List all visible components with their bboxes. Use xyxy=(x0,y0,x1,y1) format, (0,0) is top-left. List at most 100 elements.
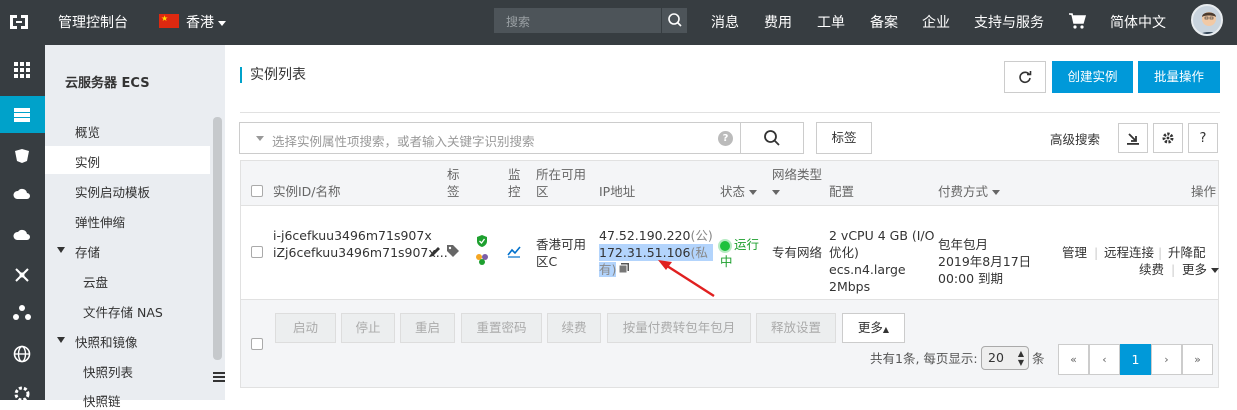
restart-button[interactable]: 重启 xyxy=(400,313,455,343)
tag-icon[interactable] xyxy=(446,244,460,258)
console-link[interactable]: 管理控制台 xyxy=(58,12,128,32)
sidebar-group-snapshots[interactable]: 快照和镜像 xyxy=(75,332,138,351)
network-icon[interactable] xyxy=(12,265,32,285)
sidebar-active-highlight xyxy=(45,146,210,174)
prev-page-button[interactable]: ‹ xyxy=(1089,344,1120,375)
nav-icp[interactable]: 备案 xyxy=(870,12,898,32)
global-search-input[interactable]: 搜索 xyxy=(494,8,661,33)
col-ip: IP地址 xyxy=(599,184,636,199)
running-status-icon xyxy=(720,240,730,251)
aliyun-logo-icon[interactable] xyxy=(8,11,30,33)
create-instance-button[interactable]: 创建实例 xyxy=(1052,61,1133,93)
page-size-select[interactable]: 20 ▲ ▼ xyxy=(981,346,1029,370)
gear-icon[interactable] xyxy=(12,384,32,404)
server-icon[interactable] xyxy=(12,105,32,125)
filter-search-input[interactable]: 选择实例属性项搜索，或者输入关键字识别搜索 ? xyxy=(239,122,741,154)
region-selector[interactable]: 香港 xyxy=(186,12,226,32)
sidebar-item-overview[interactable]: 概览 xyxy=(75,122,100,141)
filter-placeholder: 选择实例属性项搜索，或者输入关键字识别搜索 xyxy=(272,134,535,149)
col-tags-line1: 标 xyxy=(447,167,460,182)
language-selector[interactable]: 简体中文 xyxy=(1110,12,1166,32)
status-line2: 中 xyxy=(720,254,733,269)
select-all-checkbox[interactable] xyxy=(251,185,263,197)
instance-id-link[interactable]: i-j6cefkuu3496m71s907x xyxy=(273,227,432,244)
renew-button[interactable]: 续费 xyxy=(547,313,601,343)
help-icon[interactable]: ? xyxy=(718,131,733,146)
upgrade-link[interactable]: 升降配 xyxy=(1168,244,1206,261)
advanced-search-link[interactable]: 高级搜索 xyxy=(1050,131,1100,148)
batch-operation-button[interactable]: 批量操作 xyxy=(1138,61,1220,93)
copy-icon[interactable] xyxy=(618,262,630,274)
sidebar-group-storage[interactable]: 存储 xyxy=(75,242,100,261)
start-button[interactable]: 启动 xyxy=(275,313,336,343)
sidebar-item-snapshot-chain[interactable]: 快照链 xyxy=(83,391,121,410)
tag-button[interactable]: 标签 xyxy=(816,122,872,154)
cloud-upload-icon[interactable] xyxy=(12,225,32,245)
sidebar-item-disks[interactable]: 云盘 xyxy=(83,272,108,291)
nav-support[interactable]: 支持与服务 xyxy=(974,12,1044,32)
release-settings-button[interactable]: 释放设置 xyxy=(756,313,836,343)
settings-button[interactable] xyxy=(1153,123,1183,153)
search-button[interactable] xyxy=(661,8,687,33)
next-page-button[interactable]: › xyxy=(1151,344,1182,375)
chevron-down-icon xyxy=(218,20,226,26)
separator: | xyxy=(1171,262,1176,277)
avatar[interactable] xyxy=(1191,4,1223,36)
refresh-icon xyxy=(1019,71,1032,84)
first-page-button[interactable]: « xyxy=(1058,344,1089,375)
stop-button[interactable]: 停止 xyxy=(341,313,395,343)
monitor-chart-icon[interactable] xyxy=(507,244,521,258)
filter-search-button[interactable] xyxy=(740,122,804,154)
convert-billing-button[interactable]: 按量付费转包年包月 xyxy=(607,313,751,343)
globe-icon[interactable] xyxy=(12,344,32,364)
refresh-button[interactable] xyxy=(1004,61,1046,93)
export-button[interactable] xyxy=(1118,123,1148,153)
caret-up-icon: ▲ xyxy=(882,325,890,334)
table-row: i-j6cefkuu3496m71s907x iZj6cefkuu3496m71… xyxy=(240,206,1220,300)
collapse-menu-icon[interactable] xyxy=(212,370,226,384)
nav-tickets[interactable]: 工单 xyxy=(817,12,845,32)
sidebar-scrollbar[interactable] xyxy=(213,117,222,360)
row-checkbox[interactable] xyxy=(251,246,263,258)
footer-select-checkbox[interactable] xyxy=(251,338,263,350)
page-1-button[interactable]: 1 xyxy=(1120,344,1151,375)
cloud-database-icon[interactable] xyxy=(12,185,32,205)
col-network-filter[interactable] xyxy=(772,183,780,200)
last-page-button[interactable]: » xyxy=(1182,344,1213,375)
reset-password-button[interactable]: 重置密码 xyxy=(461,313,542,343)
grid-icon[interactable] xyxy=(12,60,32,80)
dashboard-icon[interactable] xyxy=(12,146,32,166)
col-network: 网络类型 xyxy=(772,167,823,182)
more-button[interactable]: 更多▲ xyxy=(842,313,905,343)
sidebar-item-instances[interactable]: 实例 xyxy=(75,152,100,171)
table-footer: 启动 停止 重启 重置密码 续费 按量付费转包年包月 释放设置 更多▲ 共有1条… xyxy=(240,300,1219,388)
security-shield-icon[interactable] xyxy=(475,234,489,248)
instance-name: iZj6cefkuu3496m71s907x... xyxy=(273,245,448,260)
nav-messages[interactable]: 消息 xyxy=(711,12,739,32)
nav-enterprise[interactable]: 企业 xyxy=(922,12,950,32)
user-avatar-icon xyxy=(1200,12,1218,34)
expand-triangle-icon[interactable] xyxy=(57,337,65,343)
private-ip-suffix: 有) xyxy=(599,262,617,277)
col-actions: 操作 xyxy=(1191,184,1217,199)
sidebar-item-nas[interactable]: 文件存储 NAS xyxy=(83,302,163,321)
sidebar-item-autoscaling[interactable]: 弹性伸缩 xyxy=(75,212,125,231)
help-button[interactable]: ? xyxy=(1188,123,1218,153)
edit-pencil-icon[interactable] xyxy=(428,245,442,259)
expand-triangle-icon[interactable] xyxy=(57,247,65,253)
config-line1: 2 vCPU 4 GB (I/O xyxy=(829,228,935,243)
remote-connect-link[interactable]: 远程连接 xyxy=(1104,244,1154,261)
cluster-icon[interactable] xyxy=(12,303,32,323)
manage-link[interactable]: 管理 xyxy=(1062,244,1087,261)
nav-billing[interactable]: 费用 xyxy=(764,12,792,32)
sidebar-item-snapshot-list[interactable]: 快照列表 xyxy=(83,362,133,381)
more-actions-link[interactable]: 更多 xyxy=(1182,261,1220,278)
col-status[interactable]: 状态 xyxy=(720,183,758,200)
col-billing[interactable]: 付费方式 xyxy=(938,183,1001,200)
sidebar-item-launch-template[interactable]: 实例启动模板 xyxy=(75,182,150,201)
cloud-monitor-icon[interactable] xyxy=(475,252,489,266)
renew-link[interactable]: 续费 xyxy=(1139,261,1164,278)
chevron-down-icon[interactable] xyxy=(256,136,264,141)
cart-icon[interactable] xyxy=(1068,12,1086,30)
config-line4: 2Mbps xyxy=(829,279,871,294)
